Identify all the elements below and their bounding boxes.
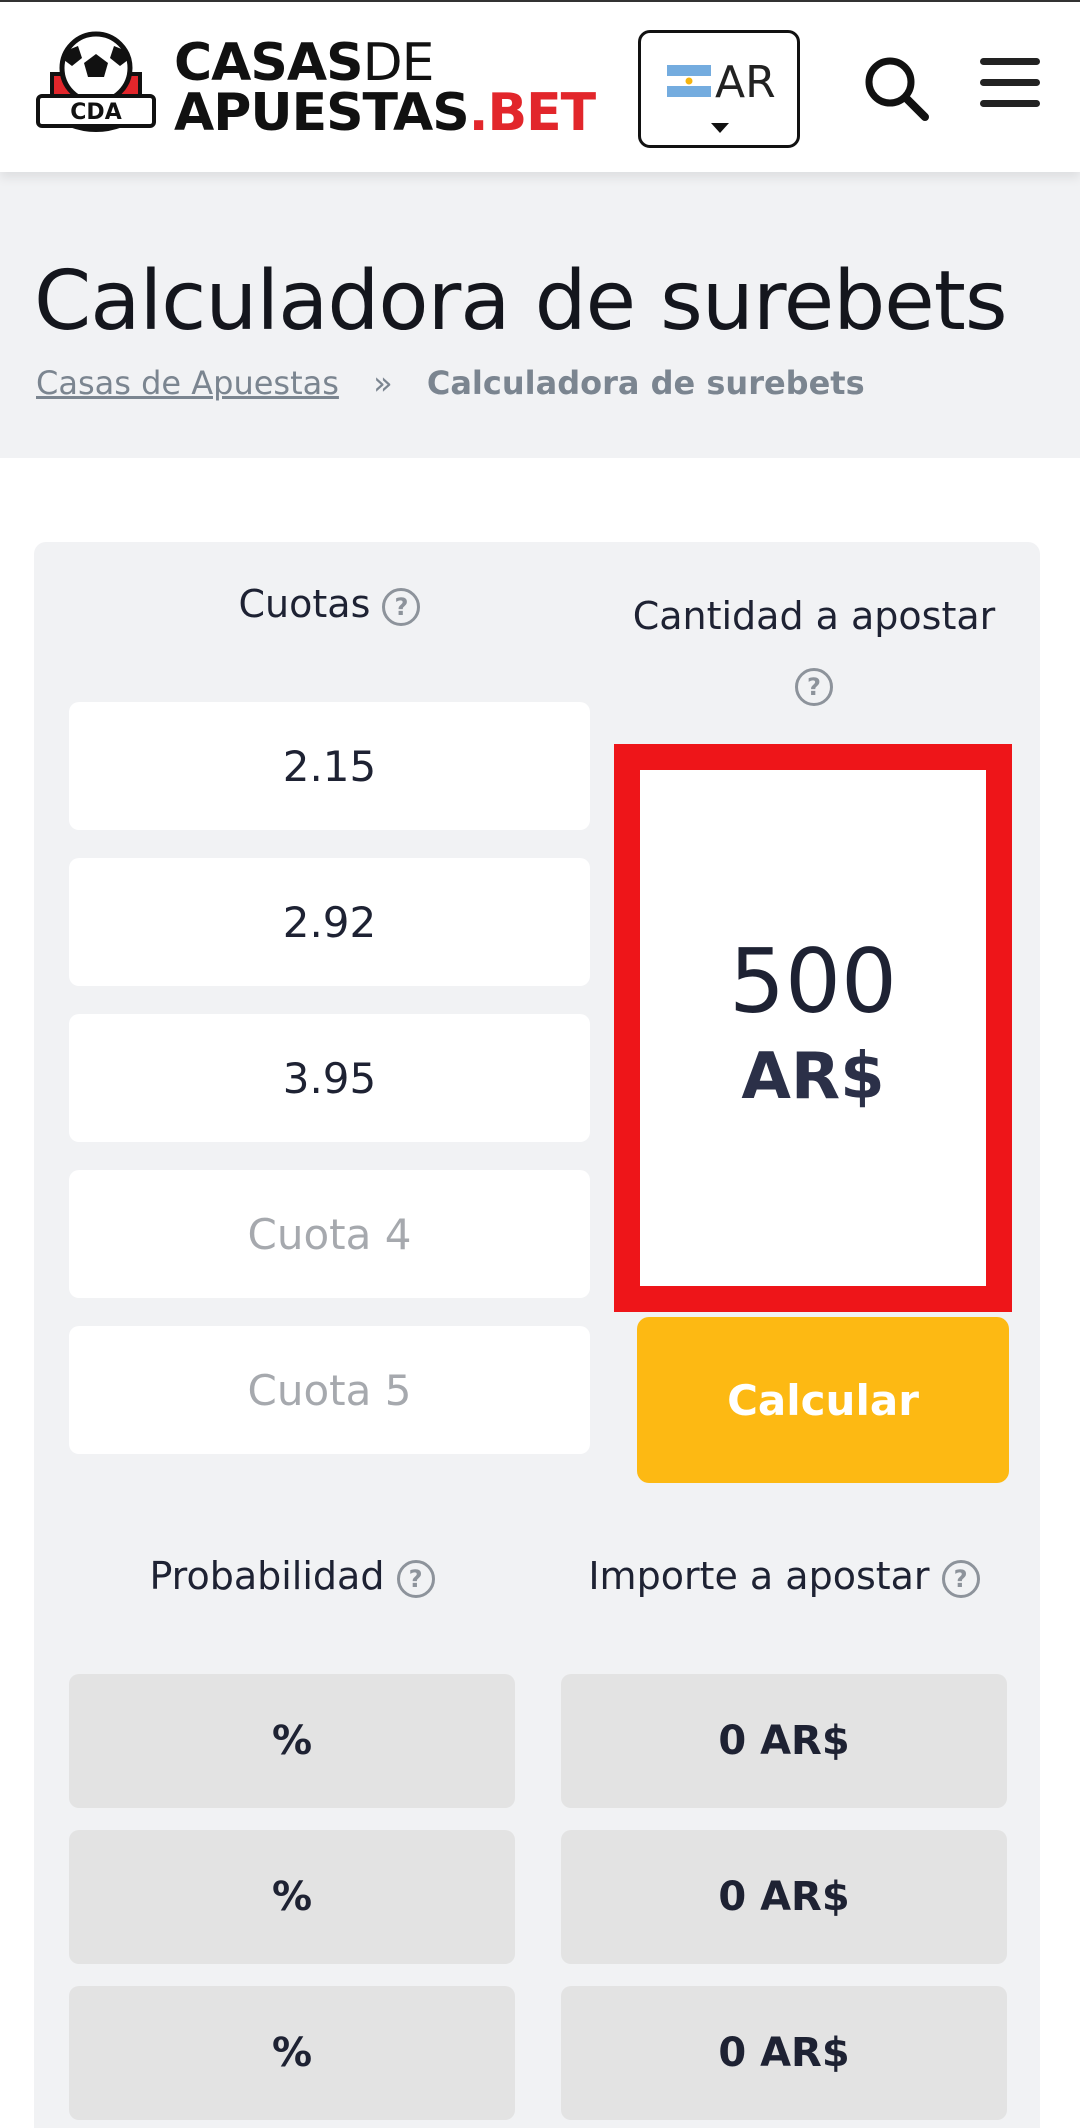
- probability-result-2: %: [69, 1830, 515, 1964]
- hamburger-menu-icon[interactable]: [980, 58, 1040, 114]
- logo-wordmark: CASASDE APUESTAS.BET: [174, 37, 596, 139]
- odds-help-icon[interactable]: ?: [382, 587, 421, 626]
- stake-result-3: 0 AR$: [561, 1986, 1007, 2120]
- amount-input-highlighted[interactable]: 500 AR$: [614, 744, 1012, 1312]
- language-selector[interactable]: AR: [638, 30, 800, 148]
- page-title: Calculadora de surebets: [34, 254, 1008, 349]
- logo-bet: .BET: [468, 83, 596, 143]
- language-code: AR: [715, 57, 776, 108]
- breadcrumb-home-link[interactable]: Casas de Apuestas: [36, 364, 339, 402]
- probability-result-3: %: [69, 1986, 515, 2120]
- amount-currency: AR$: [741, 1040, 885, 1114]
- argentina-flag-icon: [667, 65, 711, 97]
- odds-label-text: Cuotas: [238, 582, 371, 626]
- stake-result-2: 0 AR$: [561, 1830, 1007, 1964]
- site-header: CDA CASASDE APUESTAS.BET AR: [0, 0, 1080, 172]
- odds-label: Cuotas ?: [69, 582, 590, 626]
- breadcrumb-separator: »: [373, 364, 393, 402]
- odds-input-1[interactable]: [69, 702, 590, 830]
- probability-help-icon[interactable]: ?: [396, 1559, 435, 1598]
- caret-down-icon: [711, 123, 729, 133]
- amount-label-text: Cantidad a apostar: [632, 594, 996, 638]
- odds-input-3[interactable]: [69, 1014, 590, 1142]
- page-header-band: Calculadora de surebets Casas de Apuesta…: [0, 172, 1080, 458]
- stake-result-1: 0 AR$: [561, 1674, 1007, 1808]
- logo-badge-text: CDA: [70, 100, 121, 125]
- stake-label: Importe a apostar ?: [561, 1554, 1007, 1598]
- stake-label-text: Importe a apostar: [588, 1554, 930, 1598]
- search-button[interactable]: [862, 54, 932, 124]
- odds-input-5[interactable]: [69, 1326, 590, 1454]
- surebet-calculator: Cuotas ? Cantidad a apostar ? 500 AR$ Ca…: [34, 542, 1040, 2128]
- odds-input-2[interactable]: [69, 858, 590, 986]
- amount-help-icon[interactable]: ?: [795, 667, 833, 706]
- breadcrumb-current: Calculadora de surebets: [426, 364, 865, 402]
- probability-result-1: %: [69, 1674, 515, 1808]
- probability-label: Probabilidad ?: [69, 1554, 515, 1598]
- calculate-button[interactable]: Calcular: [637, 1317, 1009, 1483]
- site-logo[interactable]: CDA CASASDE APUESTAS.BET: [34, 28, 596, 148]
- stake-help-icon[interactable]: ?: [941, 1559, 980, 1598]
- logo-apuestas: APUESTAS: [174, 83, 470, 143]
- search-icon: [865, 57, 929, 121]
- amount-value: 500: [729, 930, 897, 1033]
- soccer-ball-logo-icon: CDA: [36, 31, 156, 132]
- breadcrumb: Casas de Apuestas » Calculadora de sureb…: [36, 364, 865, 402]
- amount-label: Cantidad a apostar ?: [624, 582, 1004, 718]
- probability-label-text: Probabilidad: [149, 1554, 385, 1598]
- odds-input-4[interactable]: [69, 1170, 590, 1298]
